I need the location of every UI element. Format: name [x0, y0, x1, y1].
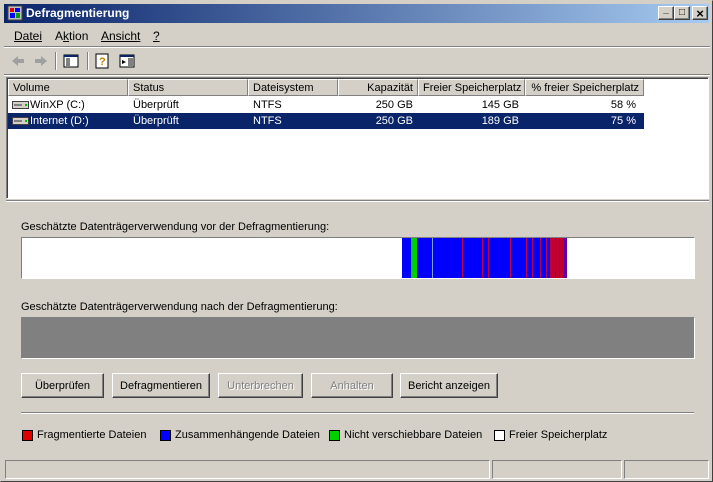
- pause-button[interactable]: Unterbrechen: [218, 373, 303, 398]
- toolbar-separator-bottom: [4, 74, 710, 76]
- defragment-button[interactable]: Defragmentieren: [112, 373, 210, 398]
- legend-free-space: Freier Speicherplatz: [509, 429, 608, 441]
- volume-name: Internet (D:): [30, 115, 89, 127]
- volume-free-percent: 58 %: [610, 99, 636, 111]
- legend-unmovable: Nicht verschiebbare Dateien: [344, 429, 483, 441]
- menu-bar: Datei Aktion Ansicht ?: [5, 27, 709, 45]
- unmovable-swatch: [329, 430, 340, 441]
- contiguous-files-block: [555, 238, 556, 278]
- volume-free-percent: 75 %: [610, 115, 636, 127]
- volume-status: Überprüft: [133, 115, 179, 127]
- legend-separator: [21, 412, 694, 414]
- column-free-space[interactable]: Freier Speicherplatz: [418, 79, 525, 96]
- unmovable-files-block: [411, 238, 417, 278]
- status-pane-main: [5, 460, 490, 479]
- volume-status: Überprüft: [133, 99, 179, 111]
- fragmented-swatch: [22, 430, 33, 441]
- back-icon[interactable]: [9, 52, 27, 70]
- volume-list-header: Volume Status Dateisystem Kapazität Frei…: [8, 79, 708, 96]
- maximize-icon: □: [678, 7, 686, 18]
- fragmented-files-block: [526, 238, 527, 278]
- contiguous-files-block: [417, 238, 567, 278]
- fragmented-files-block: [488, 238, 489, 278]
- fragmented-files-block: [550, 238, 564, 278]
- contiguous-files-block: [564, 238, 567, 278]
- status-pane-tertiary: [624, 460, 709, 479]
- fragmentation-map: [402, 238, 567, 278]
- toolbar-separator: [87, 52, 89, 70]
- fragmented-files-block: [482, 238, 483, 278]
- analyze-button[interactable]: Überprüfen: [21, 373, 104, 398]
- contiguous-files-block: [559, 238, 560, 278]
- status-bar: [4, 460, 710, 480]
- contiguous-files-block: [402, 238, 412, 278]
- volume-row[interactable]: Internet (D:) Überprüft NTFS 250 GB 189 …: [8, 113, 644, 129]
- toolbar-separator: [55, 52, 57, 70]
- column-status[interactable]: Status: [128, 79, 248, 96]
- minimize-icon: _: [663, 4, 669, 15]
- forward-icon[interactable]: [32, 52, 50, 70]
- contiguous-files-block: [432, 238, 433, 278]
- action-pane-icon[interactable]: [118, 52, 136, 70]
- toolbar: ?: [5, 49, 709, 73]
- menu-datei[interactable]: Datei: [14, 29, 42, 43]
- legend-fragmented: Fragmentierte Dateien: [37, 429, 147, 441]
- defrag-app-icon: [7, 5, 23, 21]
- volume-capacity: 250 GB: [375, 99, 413, 111]
- volume-filesystem: NTFS: [253, 99, 282, 111]
- close-icon: ×: [696, 5, 704, 21]
- column-filesystem[interactable]: Dateisystem: [248, 79, 338, 96]
- column-capacity[interactable]: Kapazität: [338, 79, 418, 96]
- column-volume[interactable]: Volume: [8, 79, 128, 96]
- disk-usage-before: [21, 237, 695, 279]
- menu-ansicht[interactable]: Ansicht: [101, 29, 140, 43]
- fragmented-files-block: [546, 238, 547, 278]
- volume-name: WinXP (C:): [30, 99, 85, 111]
- svg-text:?: ?: [99, 56, 106, 68]
- console-tree-icon[interactable]: [62, 52, 80, 70]
- pane-separator: [6, 200, 709, 202]
- title-bar[interactable]: Defragmentierung _ □ ×: [4, 4, 709, 23]
- volume-list[interactable]: Volume Status Dateisystem Kapazität Frei…: [6, 77, 709, 199]
- menu-help[interactable]: ?: [153, 29, 160, 43]
- help-icon[interactable]: ?: [94, 52, 112, 70]
- hard-drive-icon: [12, 101, 29, 109]
- contiguous-swatch: [160, 430, 171, 441]
- before-defrag-label: Geschätzte Datenträgerverwendung vor der…: [21, 221, 330, 233]
- free-space-swatch: [494, 430, 505, 441]
- menu-separator: [4, 46, 710, 48]
- window-title: Defragmentierung: [26, 6, 130, 20]
- volume-capacity: 250 GB: [375, 115, 413, 127]
- hard-drive-icon: [12, 117, 29, 125]
- close-button[interactable]: ×: [692, 6, 708, 20]
- fragmented-files-block: [532, 238, 533, 278]
- fragmented-files-block: [510, 238, 511, 278]
- disk-usage-after: [21, 317, 695, 359]
- view-report-button[interactable]: Bericht anzeigen: [400, 373, 498, 398]
- stop-button[interactable]: Anhalten: [311, 373, 393, 398]
- after-defrag-label: Geschätzte Datenträgerverwendung nach de…: [21, 301, 338, 313]
- column-free-percent[interactable]: % freier Speicherplatz: [525, 79, 644, 96]
- volume-free-space: 189 GB: [481, 115, 519, 127]
- volume-row[interactable]: WinXP (C:) Überprüft NTFS 250 GB 145 GB …: [8, 97, 644, 113]
- fragmented-files-block: [540, 238, 541, 278]
- minimize-button[interactable]: _: [658, 4, 674, 20]
- legend-contiguous: Zusammenhängende Dateien: [175, 429, 320, 441]
- fragmented-files-block: [462, 238, 463, 278]
- menu-aktion[interactable]: Aktion: [55, 29, 88, 43]
- maximize-button[interactable]: □: [674, 6, 690, 20]
- volume-free-space: 145 GB: [481, 99, 519, 111]
- volume-filesystem: NTFS: [253, 115, 282, 127]
- defrag-window: Defragmentierung _ □ × Datei Aktion Ansi…: [0, 0, 713, 482]
- status-pane-secondary: [492, 460, 622, 479]
